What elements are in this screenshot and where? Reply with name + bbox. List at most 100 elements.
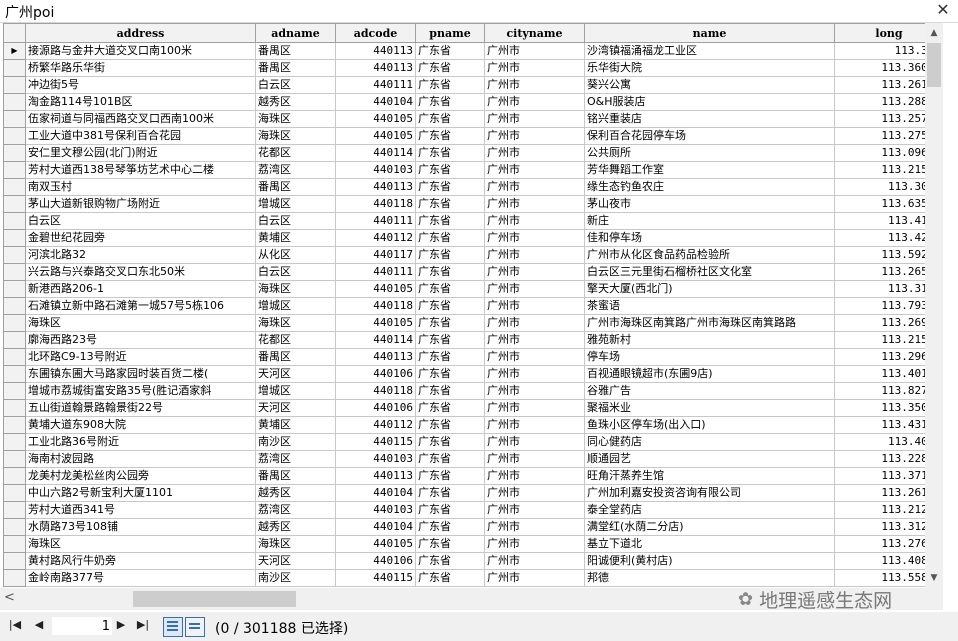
cell-long[interactable]: 113.4108 — [834, 212, 925, 230]
cell-cityname[interactable]: 广州市 — [484, 569, 585, 587]
cell-long[interactable]: 113.26182 — [834, 484, 925, 502]
next-record-icon[interactable]: ▶ — [114, 618, 128, 631]
row-selector[interactable] — [3, 229, 26, 247]
table-row[interactable]: 海珠区 海珠区 440105 广东省 广州市 广州市海珠区南箕路广州市海珠区南箕路路 113… — [3, 314, 925, 332]
cell-pname[interactable]: 广东省 — [415, 484, 485, 502]
current-record-input[interactable] — [52, 617, 112, 635]
table-row[interactable]: 海珠区海珠区440105广东省广州市基立下道北113.27686 — [3, 535, 925, 553]
table-row[interactable]: 白云区白云区440111广东省广州市新庄113.4108 — [3, 212, 925, 230]
close-button[interactable]: ✕ — [934, 0, 952, 20]
cell-adname[interactable]: 增城区 — [255, 195, 336, 213]
cell-pname[interactable]: 广东省 — [415, 501, 485, 519]
cell-adcode[interactable]: 440115 — [335, 433, 416, 451]
column-header-address[interactable]: address — [25, 23, 256, 43]
table-row[interactable]: 伍家祠道与同福西路交叉口西南100米 海珠区 440105 广东省 广州市 铭兴重装店 11… — [3, 110, 925, 128]
table-row[interactable]: 海南村波园路荔湾区440103广东省广州市顺通园艺113.22834 — [3, 450, 925, 468]
row-selector[interactable] — [3, 161, 26, 179]
cell-cityname[interactable]: 广州市 — [484, 246, 585, 264]
cell-name[interactable]: 广州加利嘉安投资咨询有限公司 — [584, 484, 835, 502]
cell-cityname[interactable]: 广州市 — [484, 365, 585, 383]
cell-name[interactable]: 聚福米业 — [584, 399, 835, 417]
cell-pname[interactable]: 广东省 — [415, 535, 485, 553]
table-row[interactable]: 水荫路73号108铺 越秀区 440104 广东省 广州市 满堂红(水荫二分店) 113.3… — [3, 518, 925, 536]
cell-adname[interactable]: 越秀区 — [255, 518, 336, 536]
cell-cityname[interactable]: 广州市 — [484, 484, 585, 502]
cell-name[interactable]: 茶蜜语 — [584, 297, 835, 315]
cell-adname[interactable]: 荔湾区 — [255, 450, 336, 468]
cell-adname[interactable]: 白云区 — [255, 76, 336, 94]
scroll-left-icon[interactable]: < — [4, 590, 15, 605]
table-row[interactable]: 黄村路风行牛奶旁天河区440106广东省广州市阳诚便利(黄村店)113.4085… — [3, 552, 925, 570]
cell-address[interactable]: 增城市荔城街富安路35号(胜记酒家斜 — [25, 382, 256, 400]
cell-address[interactable]: 白云区 — [25, 212, 256, 230]
cell-adname[interactable]: 番禺区 — [255, 178, 336, 196]
cell-pname[interactable]: 广东省 — [415, 178, 485, 196]
row-selector[interactable] — [3, 178, 26, 196]
cell-adcode[interactable]: 440118 — [335, 297, 416, 315]
row-selector[interactable] — [3, 348, 26, 366]
cell-adname[interactable]: 荔湾区 — [255, 501, 336, 519]
cell-adcode[interactable]: 440111 — [335, 76, 416, 94]
row-selector[interactable] — [3, 110, 26, 128]
table-row[interactable]: 增城市荔城街富安路35号(胜记酒家斜 增城区 440118 广东省 广州市 谷雅广告 113… — [3, 382, 925, 400]
table-row[interactable]: 河滨北路32 从化区 440117 广东省 广州市 广州市从化区食品药品检验所 113.59… — [3, 246, 925, 264]
cell-pname[interactable]: 广东省 — [415, 433, 485, 451]
cell-pname[interactable]: 广东省 — [415, 76, 485, 94]
cell-long[interactable]: 113.28818 — [834, 93, 925, 111]
cell-name[interactable]: 满堂红(水荫二分店) — [584, 518, 835, 536]
cell-pname[interactable]: 广东省 — [415, 348, 485, 366]
cell-address[interactable]: 安仁里文穆公园(北门)附近 — [25, 144, 256, 162]
cell-adcode[interactable]: 440118 — [335, 195, 416, 213]
row-selector[interactable] — [3, 569, 26, 587]
cell-name[interactable]: 雅苑新村 — [584, 331, 835, 349]
cell-long[interactable]: 113.21200 — [834, 501, 925, 519]
cell-address[interactable]: 南双玉村 — [25, 178, 256, 196]
column-header-cityname[interactable]: cityname — [484, 23, 585, 43]
cell-long[interactable]: 113.09673 — [834, 144, 925, 162]
cell-name[interactable]: 鱼珠小区停车场(出入口) — [584, 416, 835, 434]
row-selector[interactable] — [3, 297, 26, 315]
row-selector[interactable] — [3, 331, 26, 349]
cell-pname[interactable]: 广东省 — [415, 212, 485, 230]
table-row[interactable]: 芳村大道西341号荔湾区440103广东省广州市泰全堂药店113.21200 — [3, 501, 925, 519]
cell-long[interactable]: 113.21506 — [834, 161, 925, 179]
column-header-adname[interactable]: adname — [255, 23, 336, 43]
cell-pname[interactable]: 广东省 — [415, 314, 485, 332]
table-row[interactable]: 北环路C9-13号附近番禺区440113广东省广州市停车场113.29641 — [3, 348, 925, 366]
cell-adname[interactable]: 番禺区 — [255, 42, 336, 60]
cell-adcode[interactable]: 440112 — [335, 416, 416, 434]
table-row[interactable]: 五山街道翰景路翰景街22号天河区440106广东省广州市聚福米业113.3503… — [3, 399, 925, 417]
cell-cityname[interactable]: 广州市 — [484, 331, 585, 349]
cell-name[interactable]: 佳和停车场 — [584, 229, 835, 247]
cell-cityname[interactable]: 广州市 — [484, 127, 585, 145]
cell-pname[interactable]: 广东省 — [415, 93, 485, 111]
row-selector[interactable] — [3, 501, 26, 519]
row-selector[interactable] — [3, 535, 26, 553]
row-selector[interactable] — [3, 93, 26, 111]
cell-name[interactable]: 茅山夜市 — [584, 195, 835, 213]
table-row[interactable]: 金碧世纪花园旁黄埔区440112广东省广州市佳和停车场113.4274 — [3, 229, 925, 247]
cell-long[interactable]: 113.22834 — [834, 450, 925, 468]
cell-name[interactable]: 缘生态钓鱼农庄 — [584, 178, 835, 196]
cell-long[interactable]: 113.3029 — [834, 178, 925, 196]
cell-pname[interactable]: 广东省 — [415, 144, 485, 162]
cell-pname[interactable]: 广东省 — [415, 297, 485, 315]
cell-adname[interactable]: 海珠区 — [255, 127, 336, 145]
row-selector[interactable] — [3, 365, 26, 383]
cell-name[interactable]: 同心健药店 — [584, 433, 835, 451]
cell-address[interactable]: 东圃镇东圃大马路家园时装百货二楼( — [25, 365, 256, 383]
cell-cityname[interactable]: 广州市 — [484, 212, 585, 230]
cell-name[interactable]: 广州市从化区食品药品检验所 — [584, 246, 835, 264]
row-selector[interactable] — [3, 433, 26, 451]
table-row[interactable]: 廓海西路23号花都区440114广东省广州市雅苑新村113.21520 — [3, 331, 925, 349]
cell-pname[interactable]: 广东省 — [415, 552, 485, 570]
cell-pname[interactable]: 广东省 — [415, 450, 485, 468]
cell-cityname[interactable]: 广州市 — [484, 314, 585, 332]
table-row[interactable]: 南双玉村番禺区440113广东省广州市缘生态钓鱼农庄113.3029 — [3, 178, 925, 196]
cell-pname[interactable]: 广东省 — [415, 365, 485, 383]
cell-name[interactable]: 芳华舞蹈工作室 — [584, 161, 835, 179]
cell-cityname[interactable]: 广州市 — [484, 399, 585, 417]
cell-name[interactable]: 新庄 — [584, 212, 835, 230]
last-record-icon[interactable]: ▶| — [136, 618, 150, 631]
scroll-up-icon[interactable]: ▲ — [925, 25, 943, 41]
